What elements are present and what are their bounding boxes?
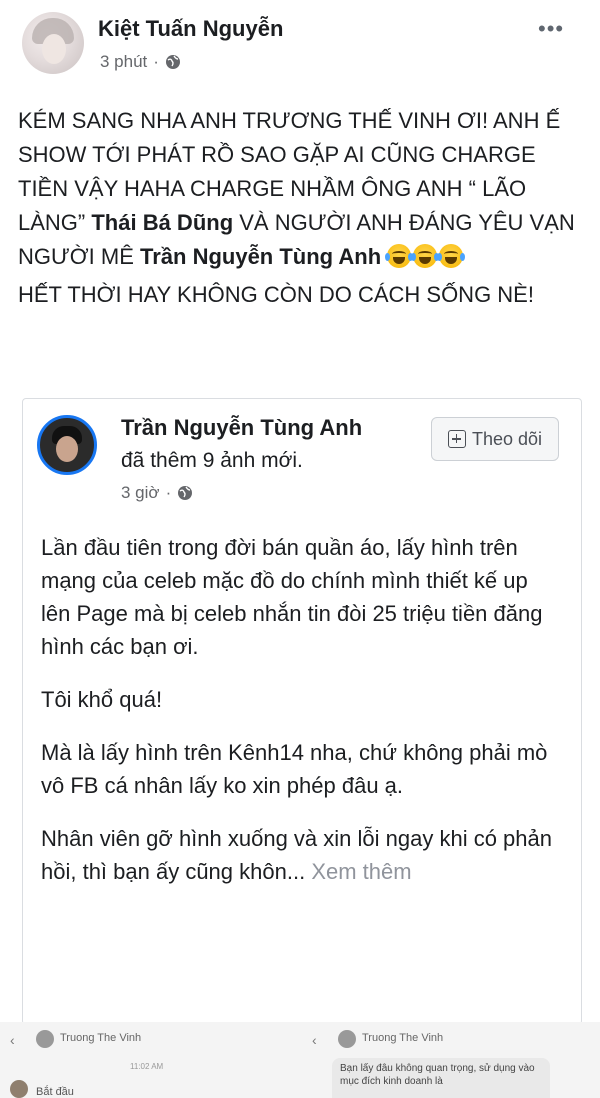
tears-of-joy-icon [437, 244, 466, 268]
message-bubble: Bạn lấy đâu không quan trọng, sử dụng và… [332, 1058, 550, 1098]
preview-name: Truong The Vinh [60, 1032, 142, 1044]
shared-paragraph-last: Nhân viên gỡ hình xuống và xin lỗi ngay … [41, 822, 561, 888]
post-text: KÉM SANG NHA ANH TRƯƠNG THẾ VINH ƠI! ANH… [18, 104, 584, 312]
shared-subtitle: đã thêm 9 ảnh mới. [121, 449, 303, 472]
preview-image-right[interactable]: ‹ Truong The Vinh Bạn lấy đâu không quan… [312, 1028, 600, 1098]
more-options-icon[interactable]: ••• [538, 16, 564, 42]
post-text-part3: HẾT THỜI HAY KHÔNG CÒN DO CÁCH SỐNG NÈ! [18, 282, 534, 307]
shared-author-avatar[interactable] [37, 415, 97, 475]
shared-paragraph: Nhân viên gỡ hình xuống và xin lỗi ngay … [41, 826, 552, 884]
post-header: Kiệt Tuấn Nguyễn 3 phút · ••• [0, 0, 600, 92]
preview-name: Truong The Vinh [362, 1032, 444, 1044]
shared-paragraph: Lần đầu tiên trong đời bán quần áo, lấy … [41, 535, 543, 659]
post-meta: 3 phút · [100, 52, 181, 72]
shared-body: Lần đầu tiên trong đời bán quần áo, lấy … [41, 531, 561, 908]
shared-meta: 3 giờ · [121, 483, 193, 503]
author-name[interactable]: Kiệt Tuấn Nguyễn [98, 16, 283, 42]
preview-start-label: Bắt đầu [36, 1086, 74, 1098]
tears-of-joy-icon [385, 244, 414, 268]
follow-plus-icon [447, 430, 466, 448]
globe-icon[interactable] [165, 54, 181, 70]
preview-image-left[interactable]: ‹ Truong The Vinh 11:02 AM Bắt đầu [10, 1028, 290, 1098]
globe-icon[interactable] [177, 485, 193, 501]
avatar-face [42, 34, 66, 64]
mention-tran-nguyen-tung-anh[interactable]: Trần Nguyễn Tùng Anh [140, 244, 381, 269]
follow-button[interactable]: Theo dõi [431, 417, 559, 461]
shared-time[interactable]: 3 giờ [121, 483, 160, 503]
chevron-left-icon: ‹ [312, 1032, 317, 1048]
laughing-emojis [385, 244, 466, 278]
avatar-face [56, 436, 78, 462]
image-preview-strip[interactable]: ‹ Truong The Vinh 11:02 AM Bắt đầu ‹ Tru… [0, 1022, 600, 1098]
avatar [36, 1030, 54, 1048]
shared-post-card[interactable]: Trần Nguyễn Tùng Anh đã thêm 9 ảnh mới. … [22, 398, 582, 1025]
tears-of-joy-icon [411, 244, 440, 268]
chevron-left-icon: ‹ [10, 1032, 15, 1048]
author-avatar[interactable] [22, 12, 84, 74]
post-time[interactable]: 3 phút [100, 52, 147, 72]
avatar [10, 1080, 28, 1098]
avatar [338, 1030, 356, 1048]
shared-author-name[interactable]: Trần Nguyễn Tùng Anh [121, 415, 362, 441]
meta-separator: · [153, 52, 159, 71]
shared-paragraph: Mà là lấy hình trên Kênh14 nha, chứ khôn… [41, 740, 548, 798]
preview-time: 11:02 AM [130, 1062, 164, 1071]
see-more-link[interactable]: Xem thêm [311, 859, 411, 884]
meta-separator: · [165, 483, 172, 502]
mention-thai-ba-dung[interactable]: Thái Bá Dũng [91, 210, 233, 235]
shared-paragraph: Tôi khổ quá! [41, 687, 163, 712]
follow-label: Theo dõi [471, 428, 543, 449]
